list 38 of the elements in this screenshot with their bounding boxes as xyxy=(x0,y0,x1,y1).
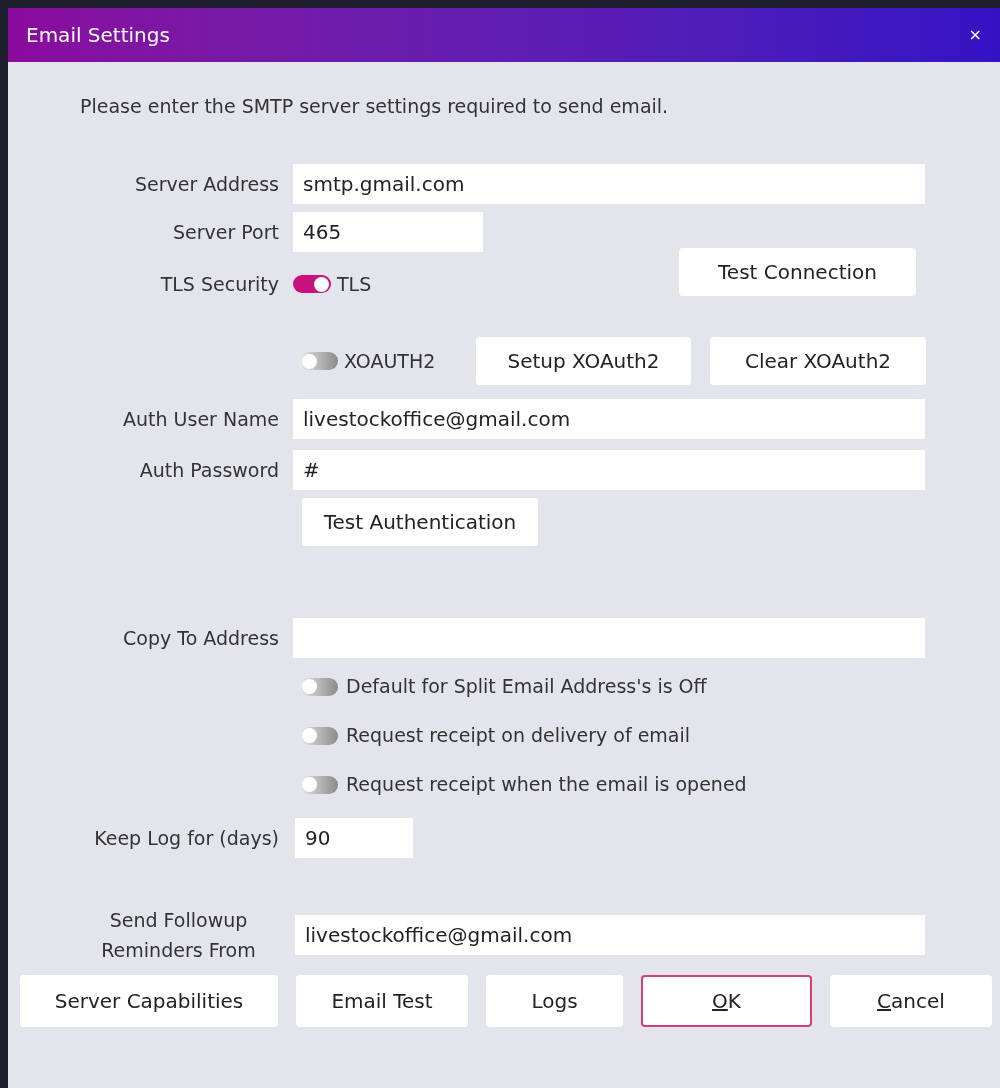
action-button[interactable]: Test Connection xyxy=(679,248,916,296)
field-label: TLS Security xyxy=(160,272,279,295)
dialog-button[interactable]: Server Capabilities xyxy=(20,975,278,1027)
field-label: Server Address xyxy=(135,172,279,195)
dialog-button[interactable]: OK xyxy=(641,975,812,1027)
option-label: Request receipt on delivery of email xyxy=(346,723,691,749)
toggle-switch[interactable] xyxy=(293,275,331,293)
text-field[interactable]: 90 xyxy=(295,818,413,858)
field-label: Send Followup xyxy=(109,909,248,931)
intro-text: Please enter the SMTP server settings required to send email. xyxy=(80,95,669,117)
toggle-switch[interactable] xyxy=(300,775,338,794)
field-label: Reminders From xyxy=(101,939,256,961)
field-label: Auth User Name xyxy=(123,407,279,430)
field-label: Server Port xyxy=(173,220,279,243)
option-label: Default for Split Email Address's is Off xyxy=(346,674,707,700)
text-field[interactable]: smtp.gmail.com xyxy=(293,164,925,204)
text-field[interactable]: 465 xyxy=(293,212,483,252)
toggle-label: TLS xyxy=(337,271,373,297)
dialog-button[interactable]: Email Test xyxy=(296,975,468,1027)
toggle-switch[interactable] xyxy=(300,726,338,745)
action-button[interactable]: Test Authentication xyxy=(302,498,538,546)
field-label: Keep Log for (days) xyxy=(94,826,279,849)
field-label: Auth Password xyxy=(139,458,279,481)
toggle-switch[interactable] xyxy=(300,352,338,370)
toggle-switch[interactable] xyxy=(300,677,338,696)
field-label: Copy To Address xyxy=(123,626,279,649)
text-field[interactable]: livestockoffice@gmail.com xyxy=(293,399,925,439)
text-field[interactable]: # xyxy=(293,450,925,490)
window-title: Email Settings xyxy=(26,22,170,49)
text-field[interactable]: livestockoffice@gmail.com xyxy=(295,915,925,955)
dialog-button[interactable]: Logs xyxy=(486,975,623,1027)
toggle-label: XOAUTH2 xyxy=(344,348,437,374)
action-button[interactable]: Clear XOAuth2 xyxy=(710,337,926,385)
text-field[interactable] xyxy=(293,618,925,658)
dialog-button[interactable]: Cancel xyxy=(830,975,992,1027)
option-label: Request receipt when the email is opened xyxy=(346,772,747,798)
close-button[interactable]: × xyxy=(968,23,982,47)
action-button[interactable]: Setup XOAuth2 xyxy=(476,337,691,385)
